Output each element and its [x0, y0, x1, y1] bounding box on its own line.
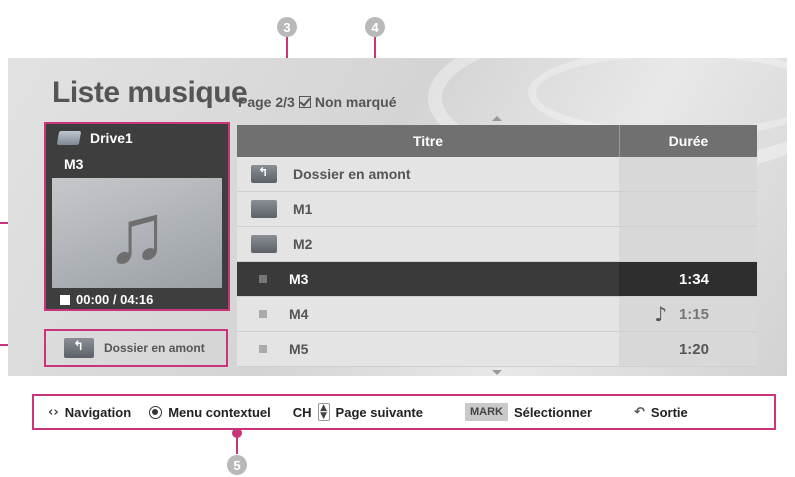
folder-icon: [251, 235, 277, 253]
mark-key-badge: MARK: [464, 403, 508, 421]
list-row-file-m4[interactable]: M4 ♪ 1:15: [237, 297, 757, 332]
row-title: M5: [289, 341, 309, 357]
row-title-cell: M3: [237, 262, 619, 296]
row-duration-cell: 1:20: [619, 332, 757, 366]
list-row-parent-folder[interactable]: Dossier en amont: [237, 157, 757, 192]
remote-help-bar: ‹› Navigation Menu contextuel CH ▲ ▼ Page…: [32, 394, 776, 430]
help-navigation-label: Navigation: [64, 404, 132, 420]
row-duration-cell: [619, 192, 757, 226]
file-list: Titre Durée Dossier en amont M1 M2: [237, 125, 757, 369]
ok-button-icon: [149, 405, 163, 419]
page-indicator: Page 2/3 Non marqué: [238, 94, 397, 110]
list-header: Titre Durée: [237, 125, 757, 157]
up-folder-label: Dossier en amont: [104, 341, 205, 355]
row-duration: 1:20: [678, 340, 709, 358]
help-next-page-label: Page suivante: [335, 404, 423, 420]
callout-3-badge: 3: [277, 17, 297, 37]
row-duration: 1:15: [678, 305, 709, 323]
return-icon: ↶: [634, 404, 645, 420]
scroll-up-icon[interactable]: [492, 116, 502, 121]
row-title-cell: M1: [237, 192, 619, 226]
page-number: Page 2/3: [238, 94, 295, 110]
now-playing-highlight: [44, 122, 230, 311]
callout-5-line: [236, 432, 238, 454]
scroll-down-icon[interactable]: [492, 370, 502, 375]
row-title: M4: [289, 306, 309, 322]
row-title: Dossier en amont: [293, 166, 411, 182]
file-bullet-icon: [259, 275, 267, 283]
music-list-screen: Liste musique Page 2/3 Non marqué Drive1…: [8, 58, 787, 376]
mark-status-label: Non marqué: [314, 94, 397, 110]
navigation-arrows-icon: ‹›: [48, 404, 59, 420]
help-context-menu: Menu contextuel: [149, 405, 271, 420]
folder-up-icon: [64, 338, 94, 358]
file-bullet-icon: [259, 310, 267, 318]
help-select: MARK Sélectionner: [464, 403, 593, 421]
row-duration-cell: [619, 157, 757, 191]
list-row-file-m5[interactable]: M5 1:20: [237, 332, 757, 367]
row-title: M1: [293, 201, 313, 217]
column-header-duration: Durée: [619, 125, 757, 157]
help-exit: ↶ Sortie: [634, 405, 688, 420]
help-next-page: CH ▲ ▼ Page suivante: [293, 403, 423, 421]
row-title-cell: M5: [237, 332, 619, 366]
list-row-file-m3-selected[interactable]: M3 1:34: [237, 262, 757, 297]
row-duration-cell: ♪ 1:15: [619, 297, 757, 331]
row-duration-cell: [619, 227, 757, 261]
row-title: M3: [289, 271, 309, 287]
folder-icon: [251, 200, 277, 218]
row-title-cell: Dossier en amont: [237, 157, 619, 191]
help-exit-label: Sortie: [650, 404, 688, 420]
file-bullet-icon: [259, 345, 267, 353]
help-context-menu-label: Menu contextuel: [168, 404, 271, 420]
page-title: Liste musique: [52, 76, 248, 109]
channel-updown-icon: ▲ ▼: [317, 403, 330, 421]
row-title: M2: [293, 236, 313, 252]
up-folder-button[interactable]: Dossier en amont: [44, 329, 228, 367]
callout-4-badge: 4: [365, 17, 385, 37]
checkbox-icon: [298, 96, 311, 108]
callout-5-badge: 5: [227, 455, 247, 475]
playing-note-icon: ♪: [654, 302, 667, 326]
row-duration: 1:34: [678, 270, 709, 288]
help-select-label: Sélectionner: [513, 404, 593, 420]
list-row-folder-m2[interactable]: M2: [237, 227, 757, 262]
help-navigation: ‹› Navigation: [48, 405, 131, 420]
row-title-cell: M4: [237, 297, 619, 331]
parent-folder-icon: [251, 165, 277, 183]
row-duration-cell: 1:34: [619, 262, 757, 296]
ch-key-label: CH: [292, 404, 312, 420]
list-row-folder-m1[interactable]: M1: [237, 192, 757, 227]
row-title-cell: M2: [237, 227, 619, 261]
column-header-title: Titre: [412, 133, 444, 149]
